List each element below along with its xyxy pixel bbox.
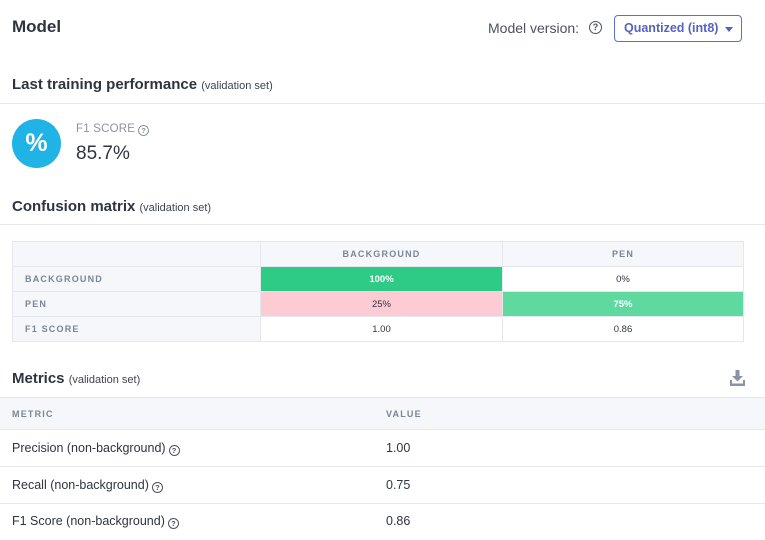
table-row: Precision (non-background)? 1.00 <box>0 430 765 467</box>
confusion-matrix: BACKGROUND PEN BACKGROUND 100% 0% PEN 25… <box>12 241 744 342</box>
question-circle-icon[interactable]: ? <box>589 21 602 34</box>
confusion-cell: 25% <box>260 291 503 317</box>
confusion-title-text: Confusion matrix <box>12 198 136 215</box>
model-version-value: Quantized (int8) <box>624 21 719 35</box>
metric-name-text: F1 Score (non-background) <box>12 514 165 528</box>
confusion-col-header: BACKGROUND <box>260 241 503 267</box>
question-circle-icon[interactable]: ? <box>138 125 150 136</box>
confusion-section-title: Confusion matrix (validation set) <box>12 198 211 215</box>
confusion-row-header: PEN <box>12 291 261 317</box>
chevron-down-icon <box>725 27 733 32</box>
metric-name-text: Recall (non-background) <box>12 478 149 492</box>
metric-column-header: METRIC <box>12 409 54 419</box>
table-row: Recall (non-background)? 0.75 <box>0 467 765 504</box>
confusion-row-header: BACKGROUND <box>12 266 261 292</box>
confusion-col-header: PEN <box>502 241 744 267</box>
percent-icon: % <box>12 119 61 168</box>
value-column-header: VALUE <box>386 409 422 419</box>
metrics-subtitle: (validation set) <box>68 374 141 386</box>
metric-name: Precision (non-background)? <box>12 441 180 456</box>
confusion-cell: 0.86 <box>502 316 744 342</box>
metric-value: 0.86 <box>386 514 411 528</box>
f1-score-label-text: F1 SCORE <box>76 123 136 135</box>
confusion-cell: 75% <box>502 291 744 317</box>
confusion-row: PEN 25% 75% <box>12 291 744 317</box>
divider <box>0 224 765 225</box>
metrics-table-header: METRIC VALUE <box>0 397 765 430</box>
question-circle-icon[interactable]: ? <box>168 445 180 456</box>
metric-name-text: Precision (non-background) <box>12 441 166 455</box>
metric-value: 0.75 <box>386 478 411 492</box>
confusion-header-row: BACKGROUND PEN <box>12 241 744 267</box>
question-circle-icon[interactable]: ? <box>151 482 163 493</box>
metric-value: 1.00 <box>386 441 411 455</box>
metric-name: Recall (non-background)? <box>12 478 163 493</box>
metrics-title-text: Metrics <box>12 370 65 387</box>
confusion-cell: 100% <box>260 266 503 292</box>
page-title: Model <box>12 17 62 36</box>
model-header: Model Model version: ? Quantized (int8) <box>0 0 765 58</box>
metric-name: F1 Score (non-background)? <box>12 514 179 529</box>
divider <box>0 103 765 104</box>
confusion-row: BACKGROUND 100% 0% <box>12 266 744 292</box>
download-icon[interactable] <box>730 370 745 386</box>
confusion-row-header: F1 SCORE <box>12 316 261 342</box>
confusion-subtitle: (validation set) <box>139 202 212 214</box>
f1-score-label: F1 SCORE? <box>76 123 150 136</box>
question-circle-icon[interactable]: ? <box>167 518 179 529</box>
f1-score-value: 85.7% <box>76 143 130 164</box>
confusion-row: F1 SCORE 1.00 0.86 <box>12 316 744 342</box>
table-row: F1 Score (non-background)? 0.86 <box>0 503 765 540</box>
confusion-cell: 1.00 <box>260 316 503 342</box>
performance-subtitle: (validation set) <box>201 80 273 92</box>
metrics-section-title: Metrics (validation set) <box>12 370 140 387</box>
performance-title-text: Last training performance <box>12 76 198 93</box>
model-version-select[interactable]: Quantized (int8) <box>614 15 742 42</box>
model-version-label: Model version: <box>488 20 580 36</box>
confusion-corner <box>12 241 261 267</box>
performance-section-title: Last training performance (validation se… <box>12 76 273 93</box>
confusion-cell: 0% <box>502 266 744 292</box>
